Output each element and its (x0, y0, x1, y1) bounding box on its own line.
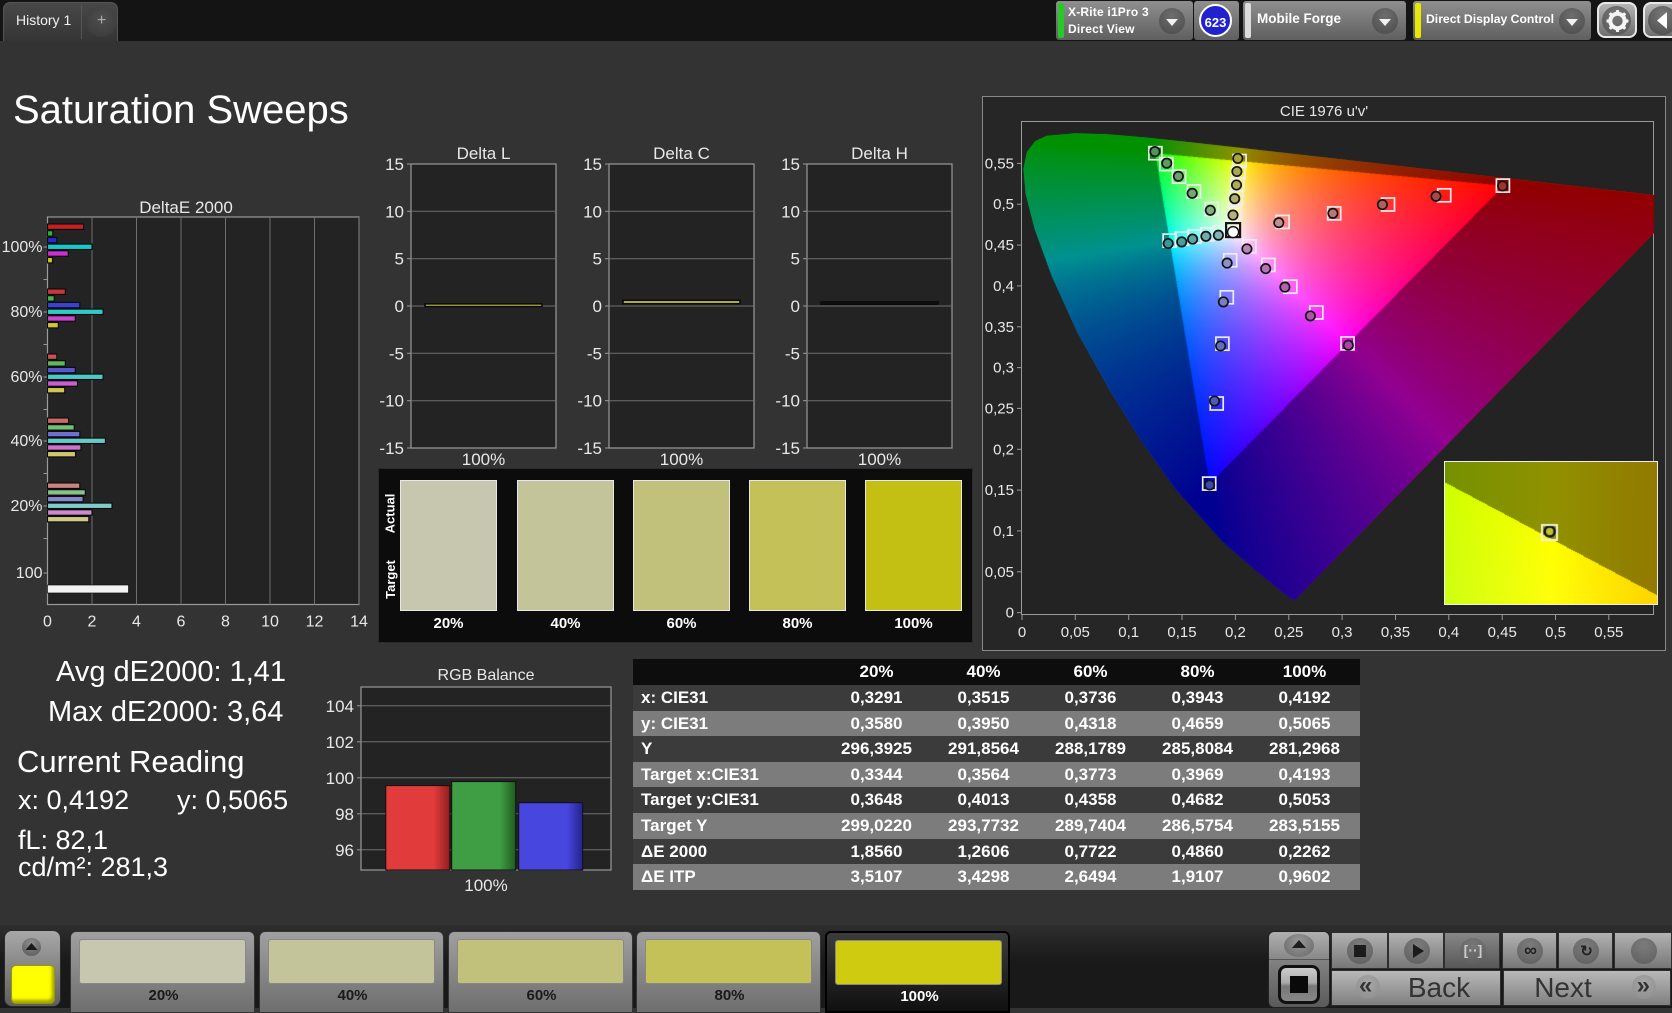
svg-text:-5: -5 (587, 344, 602, 363)
svg-text:0,1: 0,1 (993, 523, 1014, 540)
svg-text:DeltaE 2000: DeltaE 2000 (139, 198, 233, 217)
svg-text:15: 15 (781, 155, 800, 174)
svg-text:0,15: 0,15 (985, 482, 1014, 499)
svg-text:-5: -5 (785, 344, 800, 363)
svg-text:10: 10 (261, 614, 279, 631)
svg-text:100%: 100% (462, 450, 505, 469)
svg-text:-10: -10 (380, 392, 404, 411)
svg-text:5: 5 (791, 250, 800, 269)
svg-text:0: 0 (1006, 605, 1014, 622)
svg-text:0,05: 0,05 (985, 564, 1014, 581)
svg-text:0,45: 0,45 (985, 237, 1014, 254)
svg-text:Delta L: Delta L (457, 144, 511, 163)
svg-text:20%: 20% (10, 498, 42, 515)
svg-text:0,35: 0,35 (985, 319, 1014, 336)
svg-text:0,55: 0,55 (985, 155, 1014, 172)
svg-text:5: 5 (395, 250, 404, 269)
svg-text:-15: -15 (776, 439, 800, 458)
svg-text:4: 4 (132, 614, 141, 631)
svg-text:Delta C: Delta C (653, 144, 710, 163)
svg-text:0,2: 0,2 (1225, 624, 1246, 641)
svg-text:104: 104 (326, 697, 354, 716)
svg-text:-10: -10 (776, 392, 800, 411)
svg-text:0,15: 0,15 (1167, 624, 1196, 641)
svg-text:0,45: 0,45 (1488, 624, 1517, 641)
svg-text:0,25: 0,25 (1274, 624, 1303, 641)
svg-text:5: 5 (593, 250, 602, 269)
svg-text:15: 15 (583, 155, 602, 174)
svg-text:15: 15 (385, 155, 404, 174)
svg-text:0: 0 (43, 614, 52, 631)
svg-text:10: 10 (781, 202, 800, 221)
svg-text:100%: 100% (2, 239, 43, 256)
svg-text:2: 2 (88, 614, 97, 631)
svg-text:-15: -15 (578, 439, 602, 458)
svg-text:0,25: 0,25 (985, 400, 1014, 417)
svg-text:12: 12 (306, 614, 324, 631)
svg-text:0,2: 0,2 (993, 441, 1014, 458)
svg-text:0: 0 (395, 297, 404, 316)
svg-text:-5: -5 (389, 344, 404, 363)
svg-text:60%: 60% (10, 369, 42, 386)
svg-text:0,5: 0,5 (1545, 624, 1566, 641)
svg-text:100%: 100% (464, 876, 507, 895)
svg-text:8: 8 (221, 614, 230, 631)
svg-text:0: 0 (1018, 624, 1026, 641)
svg-text:Delta H: Delta H (851, 144, 908, 163)
svg-text:0,3: 0,3 (1332, 624, 1353, 641)
svg-text:100%: 100% (858, 450, 901, 469)
svg-text:6: 6 (177, 614, 186, 631)
svg-text:100: 100 (16, 565, 43, 582)
svg-text:0: 0 (791, 297, 800, 316)
svg-text:102: 102 (326, 733, 354, 752)
svg-text:0,05: 0,05 (1061, 624, 1090, 641)
svg-text:10: 10 (385, 202, 404, 221)
svg-text:10: 10 (583, 202, 602, 221)
svg-text:0,35: 0,35 (1381, 624, 1410, 641)
svg-text:-15: -15 (380, 439, 404, 458)
svg-text:-10: -10 (578, 392, 602, 411)
svg-text:14: 14 (350, 614, 368, 631)
svg-text:RGB Balance: RGB Balance (438, 667, 535, 684)
svg-text:0,1: 0,1 (1118, 624, 1139, 641)
svg-text:0,55: 0,55 (1594, 624, 1623, 641)
svg-text:100%: 100% (660, 450, 703, 469)
svg-text:96: 96 (335, 841, 354, 860)
svg-text:0,3: 0,3 (993, 360, 1014, 377)
svg-text:80%: 80% (10, 304, 42, 321)
svg-text:0,5: 0,5 (993, 196, 1014, 213)
svg-text:98: 98 (335, 805, 354, 824)
svg-text:40%: 40% (10, 433, 42, 450)
svg-text:100: 100 (326, 769, 354, 788)
svg-text:0,4: 0,4 (993, 278, 1014, 295)
svg-text:0: 0 (593, 297, 602, 316)
svg-text:0,4: 0,4 (1438, 624, 1459, 641)
